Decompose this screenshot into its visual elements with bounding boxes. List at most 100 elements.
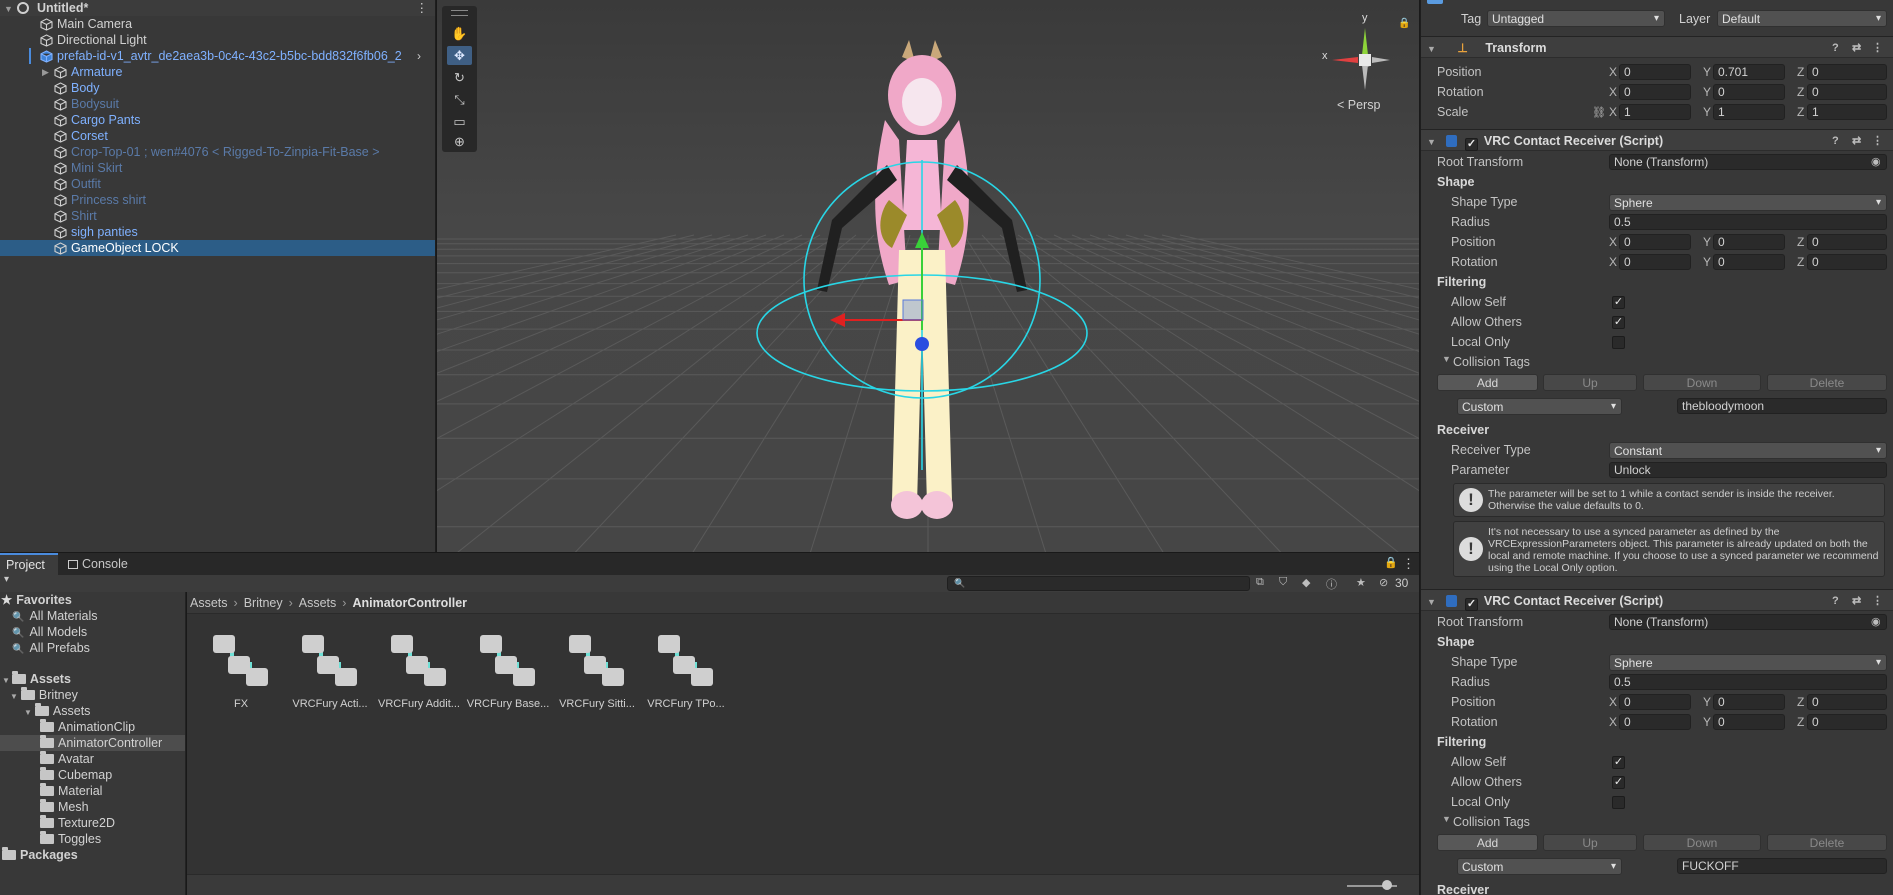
up-tag-button[interactable]: Up (1543, 834, 1637, 851)
tab-console[interactable]: Console (62, 553, 134, 575)
rotation-y-field[interactable]: 0 (1713, 714, 1785, 730)
hierarchy-item[interactable]: Mini Skirt (0, 160, 435, 176)
asset-item[interactable]: VRCFury Sitti... (554, 632, 640, 710)
rotate-tool-icon[interactable]: ↻ (447, 68, 472, 87)
folder-item[interactable]: ▼ Assets (0, 703, 185, 719)
asset-item[interactable]: VRCFury Acti... (287, 632, 373, 710)
hierarchy-item[interactable]: Cargo Pants (0, 112, 435, 128)
delete-tag-button[interactable]: Delete (1767, 374, 1887, 391)
rect-tool-icon[interactable]: ▭ (447, 112, 472, 131)
delete-tag-button[interactable]: Delete (1767, 834, 1887, 851)
layer-dropdown[interactable]: Default (1717, 10, 1887, 27)
more-options-icon[interactable]: ⋮ (416, 0, 429, 16)
add-tag-button[interactable]: Add (1437, 834, 1538, 851)
component-enabled-checkbox[interactable]: ✓ (1464, 598, 1478, 611)
persp-toggle[interactable]: < Persp (1337, 98, 1380, 112)
tag-mode-dropdown[interactable]: Custom (1457, 398, 1622, 415)
tab-project[interactable]: Project (0, 553, 58, 575)
asset-item[interactable]: VRCFury Addit... (376, 632, 462, 710)
folder-item[interactable]: AnimatorController (0, 735, 185, 751)
toolbar-grip-icon[interactable] (451, 10, 468, 16)
shape-type-dropdown[interactable]: Sphere (1609, 654, 1887, 671)
collision-tag-field[interactable]: thebloodymoon (1677, 398, 1887, 414)
hierarchy-item[interactable]: sigh panties (0, 224, 435, 240)
favorite-item[interactable]: 🔍 All Materials (0, 608, 185, 624)
move-tool-icon[interactable]: ✥ (447, 46, 472, 65)
tag-mode-dropdown[interactable]: Custom (1457, 858, 1622, 875)
collapse-arrow-icon[interactable]: ▼ (1427, 44, 1436, 54)
down-tag-button[interactable]: Down (1643, 374, 1761, 391)
rotation-x-field[interactable]: 0 (1619, 714, 1691, 730)
folder-item[interactable]: Avatar (0, 751, 185, 767)
folder-item[interactable]: Packages (0, 847, 185, 863)
info-icon[interactable]: ⓘ (1326, 576, 1337, 592)
search-by-type-icon[interactable]: ⧉ (1256, 576, 1264, 589)
folder-item[interactable]: Cubemap (0, 767, 185, 783)
position-y-field[interactable]: 0 (1713, 234, 1785, 250)
favorite-item[interactable]: 🔍 All Prefabs (0, 640, 185, 656)
more-options-icon[interactable]: ⋮ (1872, 590, 1883, 612)
help-icon[interactable]: ? (1832, 37, 1839, 59)
component-enabled-checkbox[interactable]: ✓ (1464, 138, 1478, 151)
allow-self-checkbox[interactable]: ✓ (1612, 756, 1625, 769)
hierarchy-item[interactable]: › prefab-id-v1_avtr_de2aea3b-0c4c-43c2-b5… (0, 48, 435, 64)
rotation-y-field[interactable]: 0 (1713, 84, 1785, 100)
position-y-field[interactable]: 0.701 (1713, 64, 1785, 80)
collapse-arrow-icon[interactable]: ▼ (1442, 814, 1451, 824)
breadcrumb-item[interactable]: Assets (299, 596, 337, 610)
object-picker-icon[interactable]: ◉ (1871, 155, 1881, 168)
preset-icon[interactable]: ⇄ (1852, 130, 1861, 152)
expand-arrow-icon[interactable]: ▼ (2, 676, 10, 685)
hierarchy-item[interactable]: Bodysuit (0, 96, 435, 112)
scale-y-field[interactable]: 1 (1713, 104, 1785, 120)
collapse-arrow-icon[interactable]: ▼ (1427, 137, 1436, 147)
object-picker-icon[interactable]: ◉ (1871, 615, 1881, 628)
more-options-icon[interactable]: ⋮ (1872, 130, 1883, 152)
receiver-type-dropdown[interactable]: Constant (1609, 442, 1887, 459)
hierarchy-item[interactable]: Princess shirt (0, 192, 435, 208)
rotation-x-field[interactable]: 0 (1619, 84, 1691, 100)
parameter-field[interactable]: Unlock (1609, 462, 1887, 478)
up-tag-button[interactable]: Up (1543, 374, 1637, 391)
rotation-z-field[interactable]: 0 (1807, 714, 1887, 730)
allow-others-checkbox[interactable]: ✓ (1612, 316, 1625, 329)
hierarchy-item[interactable]: Outfit (0, 176, 435, 192)
expand-arrow-icon[interactable]: ▼ (24, 708, 32, 717)
rotation-x-field[interactable]: 0 (1619, 254, 1691, 270)
scale-x-field[interactable]: 1 (1619, 104, 1691, 120)
hidden-packages-icon[interactable]: ⊘ (1379, 576, 1388, 589)
local-only-checkbox[interactable] (1612, 796, 1625, 809)
favorite-star-icon[interactable]: ★ (1356, 576, 1366, 589)
root-transform-field[interactable]: None (Transform) (1609, 614, 1887, 630)
folder-item[interactable]: Toggles (0, 831, 185, 847)
zoom-slider-handle[interactable] (1382, 880, 1392, 890)
position-z-field[interactable]: 0 (1807, 234, 1887, 250)
expand-arrow-icon[interactable]: ▼ (4, 1, 14, 17)
expand-arrow-icon[interactable]: ▼ (10, 692, 18, 701)
chevron-right-icon[interactable]: › (417, 48, 427, 64)
scale-z-field[interactable]: 1 (1807, 104, 1887, 120)
more-options-icon[interactable]: ⋮ (1872, 37, 1883, 59)
collision-tag-field[interactable]: FUCKOFF (1677, 858, 1887, 874)
shape-type-dropdown[interactable]: Sphere (1609, 194, 1887, 211)
preset-icon[interactable]: ⇄ (1852, 590, 1861, 612)
hierarchy-item[interactable]: ▶ Armature (0, 64, 435, 80)
label-tag-icon[interactable]: ◆ (1302, 576, 1310, 589)
favorites-header[interactable]: ★ Favorites (0, 592, 185, 608)
position-z-field[interactable]: 0 (1807, 64, 1887, 80)
asset-item[interactable]: FX (198, 632, 284, 710)
allow-self-checkbox[interactable]: ✓ (1612, 296, 1625, 309)
rotation-z-field[interactable]: 0 (1807, 254, 1887, 270)
folder-item[interactable]: ▼ Assets (0, 671, 185, 687)
hierarchy-item[interactable]: Shirt (0, 208, 435, 224)
folder-item[interactable]: Material (0, 783, 185, 799)
create-dropdown-icon[interactable]: ▾ (4, 575, 9, 585)
contact-receiver-header[interactable]: ▼ ✓ VRC Contact Receiver (Script)? ⇄ ⋮ (1421, 129, 1893, 151)
orientation-gizmo[interactable]: y x 🔒 (1320, 10, 1410, 105)
folder-item[interactable]: ▼ Britney (0, 687, 185, 703)
rotation-z-field[interactable]: 0 (1807, 84, 1887, 100)
hierarchy-item[interactable]: Corset (0, 128, 435, 144)
contact-receiver-header[interactable]: ▼ ✓ VRC Contact Receiver (Script)? ⇄ ⋮ (1421, 589, 1893, 611)
link-icon[interactable]: ⛓ (1592, 106, 1606, 119)
transform-tool-icon[interactable]: ⊕ (447, 132, 472, 151)
